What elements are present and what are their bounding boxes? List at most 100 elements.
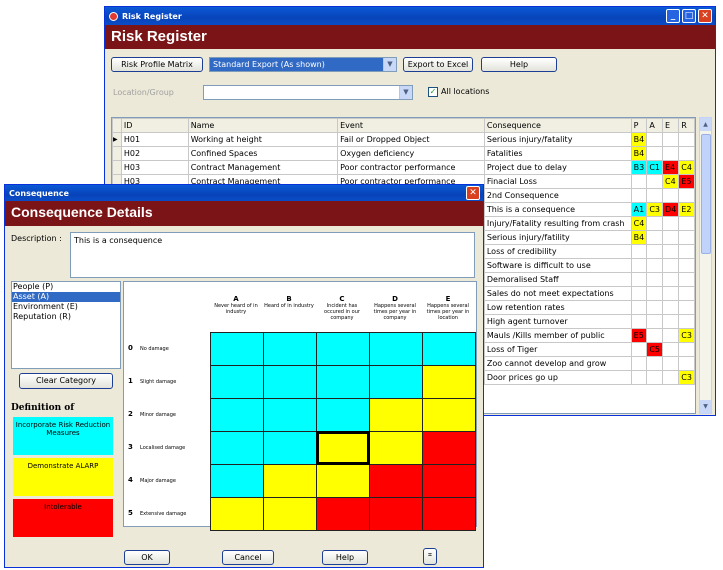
matrix-cell[interactable] [316, 398, 370, 432]
table-cell-name[interactable]: Confined Spaces [187, 146, 339, 161]
category-item[interactable]: Asset (A) [12, 292, 120, 302]
scroll-up-icon[interactable]: ▲ [700, 118, 711, 131]
location-select[interactable]: ▼ [203, 85, 413, 100]
table-cell-a[interactable]: C3 [646, 202, 664, 217]
matrix-cell[interactable] [263, 332, 317, 366]
table-cell-a[interactable] [646, 230, 664, 245]
table-cell-e[interactable]: E4 [662, 160, 680, 175]
table-cell-p[interactable] [630, 244, 648, 259]
table-cell-p[interactable] [630, 272, 648, 287]
table-cell-id[interactable]: H03 [120, 160, 189, 175]
table-cell-e[interactable]: C4 [662, 174, 680, 189]
table-cell-name[interactable]: Working at height [187, 132, 339, 147]
table-cell-p[interactable] [630, 356, 648, 371]
table-cell-r[interactable] [678, 216, 695, 231]
matrix-cell[interactable] [369, 464, 423, 498]
table-cell-e[interactable] [662, 216, 680, 231]
matrix-cell[interactable] [369, 431, 423, 465]
table-cell-a[interactable] [646, 314, 664, 329]
table-cell-consequence[interactable]: Injury/Fatality resulting from crash [483, 216, 632, 231]
table-cell-consequence[interactable]: This is a consequence [483, 202, 632, 217]
category-item[interactable]: Reputation (R) [12, 312, 120, 322]
category-item[interactable]: Environment (E) [12, 302, 120, 312]
table-cell-e[interactable] [662, 356, 680, 371]
table-cell-r[interactable] [678, 286, 695, 301]
table-cell-id[interactable]: H01 [120, 132, 189, 147]
scroll-down-icon[interactable]: ▼ [700, 400, 711, 413]
matrix-cell[interactable] [263, 464, 317, 498]
table-cell-p[interactable]: E5 [630, 328, 648, 343]
table-cell-consequence[interactable]: Finacial Loss [483, 174, 632, 189]
matrix-cell[interactable] [263, 431, 317, 465]
risk-register-titlebar[interactable]: Risk Register _ □ ✕ [105, 7, 715, 25]
table-cell-a[interactable] [646, 272, 664, 287]
table-cell-e[interactable] [662, 328, 680, 343]
table-cell-p[interactable]: C4 [630, 216, 648, 231]
matrix-cell[interactable] [422, 365, 476, 399]
close-icon[interactable]: ✕ [698, 9, 712, 23]
table-cell-r[interactable]: C3 [678, 328, 695, 343]
help-button[interactable]: Help [322, 550, 368, 565]
matrix-cell[interactable] [369, 365, 423, 399]
chevron-down-icon[interactable]: ▼ [383, 58, 396, 71]
clear-category-button[interactable]: Clear Category [19, 373, 113, 389]
table-row[interactable]: H03 Contract Management Poor contractor pe… [112, 160, 695, 175]
table-cell-r[interactable]: C4 [678, 160, 695, 175]
table-cell-e[interactable] [662, 370, 680, 385]
matrix-cell[interactable] [316, 365, 370, 399]
table-cell-p[interactable] [630, 300, 648, 315]
table-cell-a[interactable] [646, 132, 664, 147]
matrix-cell[interactable] [210, 365, 264, 399]
table-cell-consequence[interactable]: Serious injury/fatality [483, 132, 632, 147]
ok-button[interactable]: OK [124, 550, 170, 565]
matrix-cell[interactable] [422, 431, 476, 465]
table-cell-e[interactable] [662, 146, 680, 161]
table-cell-e[interactable] [662, 342, 680, 357]
column-header[interactable]: A [646, 118, 664, 133]
table-cell-r[interactable] [678, 342, 695, 357]
close-icon[interactable]: ✕ [466, 186, 480, 200]
column-header[interactable]: E [662, 118, 680, 133]
table-cell-e[interactable] [662, 188, 680, 203]
table-cell-p[interactable] [630, 370, 648, 385]
column-header[interactable]: ID [120, 118, 189, 133]
chevron-down-icon[interactable]: ▼ [399, 86, 412, 99]
column-header[interactable]: R [678, 118, 695, 133]
table-cell-e[interactable] [662, 300, 680, 315]
row-selector[interactable] [112, 146, 122, 161]
export-format-select[interactable]: Standard Export (As shown) ▼ [209, 57, 397, 72]
table-cell-a[interactable] [646, 216, 664, 231]
table-cell-p[interactable] [630, 286, 648, 301]
table-cell-r[interactable] [678, 258, 695, 273]
help-button[interactable]: Help [481, 57, 557, 72]
table-cell-consequence[interactable]: Mauls /Kills member of public [483, 328, 632, 343]
category-list[interactable]: People (P) Asset (A) Environment (E) Reputa… [11, 281, 121, 369]
matrix-cell[interactable] [210, 464, 264, 498]
table-cell-r[interactable] [678, 146, 695, 161]
table-cell-e[interactable] [662, 258, 680, 273]
table-cell-consequence[interactable]: Fatalities [483, 146, 632, 161]
table-cell-p[interactable] [630, 314, 648, 329]
table-cell-r[interactable] [678, 300, 695, 315]
matrix-cell[interactable] [316, 431, 370, 465]
matrix-cell[interactable] [422, 332, 476, 366]
table-cell-p[interactable] [630, 258, 648, 273]
matrix-cell[interactable] [369, 497, 423, 531]
table-cell-consequence[interactable]: Loss of Tiger [483, 342, 632, 357]
description-field[interactable]: This is a consequence [70, 232, 475, 278]
table-row[interactable]: H02 Confined Spaces Oxygen deficiency Fatal… [112, 146, 695, 161]
export-excel-button[interactable]: Export to Excel [403, 57, 473, 72]
category-item[interactable]: People (P) [12, 282, 120, 292]
matrix-cell[interactable] [210, 398, 264, 432]
table-cell-e[interactable] [662, 230, 680, 245]
table-cell-a[interactable] [646, 300, 664, 315]
table-cell-r[interactable] [678, 132, 695, 147]
table-cell-e[interactable] [662, 132, 680, 147]
table-cell-a[interactable] [646, 328, 664, 343]
table-cell-e[interactable] [662, 272, 680, 287]
table-cell-a[interactable] [646, 174, 664, 189]
table-cell-a[interactable]: C1 [646, 160, 664, 175]
table-cell-a[interactable] [646, 244, 664, 259]
risk-profile-matrix-button[interactable]: Risk Profile Matrix [111, 57, 203, 72]
table-cell-id[interactable]: H02 [120, 146, 189, 161]
